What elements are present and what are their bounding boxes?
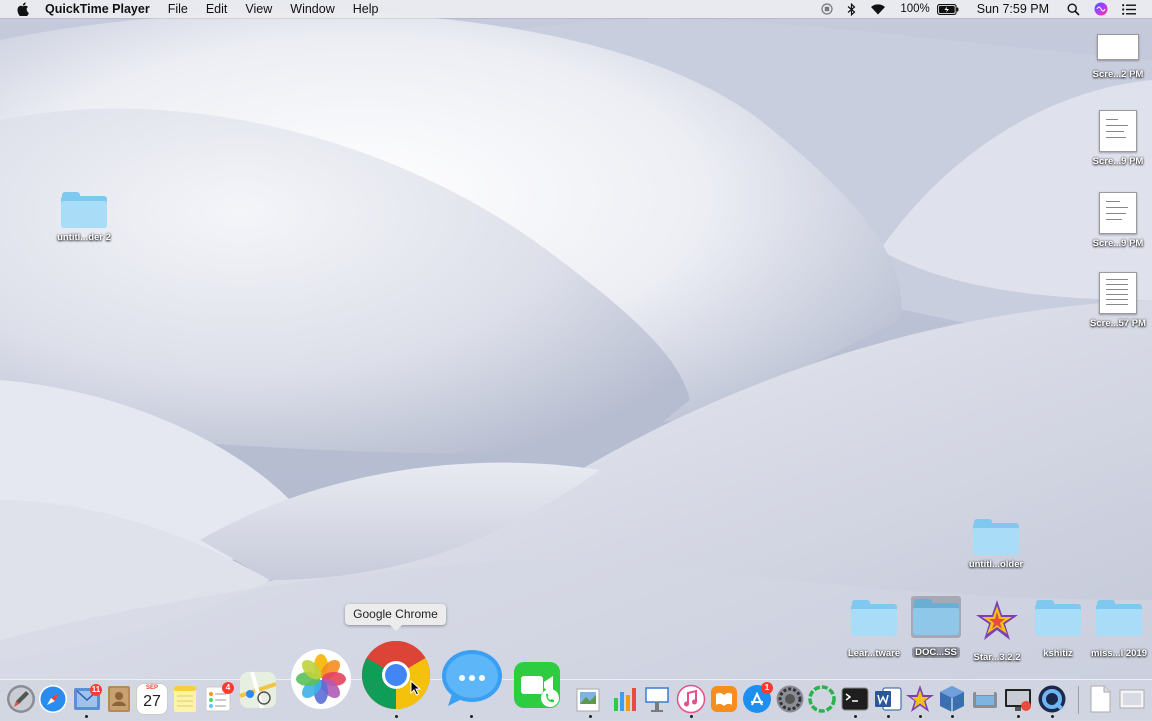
system-preferences-icon[interactable] [775, 684, 805, 714]
menu-window[interactable]: Window [281, 0, 343, 18]
downloads-stack-icon[interactable] [1116, 684, 1146, 714]
desktop-icon-label: kshitiz [1043, 648, 1073, 659]
google-chrome-icon[interactable] [361, 640, 431, 710]
dock-running-indicator [1051, 715, 1054, 718]
desktop-screenshot-3[interactable]: Scre...9 PM [1078, 192, 1152, 249]
launchpad-icon[interactable] [6, 684, 36, 714]
screenshot-thumbnail-icon [1097, 34, 1139, 60]
dock-running-indicator [690, 715, 693, 718]
dock-running-indicator [395, 715, 398, 718]
virtualbox-icon[interactable] [937, 684, 967, 714]
safari-icon[interactable] [38, 684, 68, 714]
desktop-icon-label: Scre...9 PM [1092, 156, 1144, 167]
dock-running-indicator [919, 715, 922, 718]
desktop-icon-label: untitl...der 2 [57, 232, 111, 243]
desktop-folder-untitled-2[interactable]: untitl...der 2 [44, 192, 124, 243]
spotlight-search-icon[interactable] [1060, 2, 1087, 16]
folder-icon [973, 519, 1019, 555]
battery-icon[interactable] [936, 3, 966, 15]
microsoft-word-icon[interactable] [873, 684, 903, 714]
apple-menu-icon[interactable] [14, 0, 32, 18]
calendar-month: SEP [145, 685, 158, 691]
dock-running-indicator [85, 715, 88, 718]
screenshot-thumbnail-icon [1099, 110, 1137, 152]
desktop-screenshot-4[interactable]: Scre...57 PM [1078, 272, 1152, 329]
notes-icon[interactable] [170, 684, 200, 714]
stop-recording-icon[interactable] [814, 3, 840, 15]
desktop-screenshot-1[interactable]: Scre...2 PM [1078, 34, 1152, 80]
desktop-screenshot-2[interactable]: Scre...9 PM [1078, 110, 1152, 167]
dock-tooltip: Google Chrome [345, 604, 446, 625]
maps-icon[interactable] [238, 670, 278, 710]
folder-icon [1096, 600, 1142, 636]
battery-percent[interactable]: 100% [893, 0, 936, 18]
keynote-icon[interactable] [642, 684, 672, 714]
menu-file[interactable]: File [159, 0, 197, 18]
activity-ring-icon[interactable] [807, 684, 837, 714]
dock-separator [1078, 686, 1079, 714]
itunes-icon[interactable] [676, 684, 706, 714]
mail-badge: 11 [90, 684, 102, 696]
contacts-icon[interactable] [104, 684, 134, 714]
desktop-icon-label: Star...3.2.2 [973, 652, 1021, 663]
screenshot-thumbnail-icon [1099, 272, 1137, 314]
image-capture-icon[interactable] [970, 684, 1000, 714]
notification-center-icon[interactable] [1115, 3, 1152, 15]
menu-view[interactable]: View [236, 0, 281, 18]
wifi-icon[interactable] [863, 3, 893, 15]
siri-icon[interactable] [1087, 2, 1115, 16]
bluetooth-icon[interactable] [840, 2, 863, 16]
messages-icon[interactable] [440, 646, 504, 710]
terminal-icon[interactable] [840, 684, 870, 714]
quicktime-player-icon[interactable] [1037, 684, 1067, 714]
folder-icon [61, 192, 107, 228]
clock[interactable]: Sun 7:59 PM [966, 0, 1060, 18]
star-app-dock-icon[interactable] [905, 684, 935, 714]
folder-icon [1035, 600, 1081, 636]
screenshot-thumbnail-icon [1099, 192, 1137, 234]
desktop-icon-label: miss...l 2019 [1091, 648, 1147, 659]
desktop-icon-label: DOC...SS [912, 647, 960, 658]
calendar-day: 27 [143, 693, 161, 710]
dock-document-icon[interactable] [1085, 684, 1115, 714]
facetime-icon[interactable] [512, 660, 562, 710]
dock-running-indicator [1017, 715, 1020, 718]
folder-icon [913, 599, 959, 635]
menu-bar: QuickTime Player File Edit View Window H… [0, 0, 1152, 18]
dock-tooltip-arrow [390, 625, 402, 631]
desktop-icon-label: untitl...older [968, 559, 1024, 570]
dock-running-indicator [951, 715, 954, 718]
dock-running-indicator [470, 715, 473, 718]
preview-icon[interactable] [574, 684, 604, 714]
photos-icon[interactable] [290, 648, 352, 710]
menu-edit[interactable]: Edit [197, 0, 237, 18]
menu-help[interactable]: Help [344, 0, 388, 18]
mouse-cursor-icon [410, 680, 422, 696]
star-app-icon [976, 600, 1018, 640]
screen-recorder-icon[interactable] [1003, 684, 1033, 714]
app-store-badge: 1 [761, 682, 773, 694]
numbers-icon[interactable] [608, 684, 638, 714]
desktop-icon-label: Scre...57 PM [1090, 318, 1146, 329]
desktop-icon-label: Lear...tware [847, 648, 901, 659]
desktop-folder-miss-2019[interactable]: miss...l 2019 [1079, 600, 1152, 659]
dock-running-indicator [589, 715, 592, 718]
app-menu[interactable]: QuickTime Player [42, 0, 159, 18]
calendar-icon[interactable]: SEP 27 [137, 684, 167, 714]
desktop-icon-label: Scre...9 PM [1092, 238, 1144, 249]
desktop-icon-label: Scre...2 PM [1092, 69, 1144, 80]
reminders-badge: 4 [222, 682, 234, 694]
ibooks-icon[interactable] [709, 684, 739, 714]
dock-running-indicator [887, 715, 890, 718]
dock-running-indicator [854, 715, 857, 718]
desktop-folder-untitled-older[interactable]: untitl...older [956, 519, 1036, 570]
folder-icon [851, 600, 897, 636]
